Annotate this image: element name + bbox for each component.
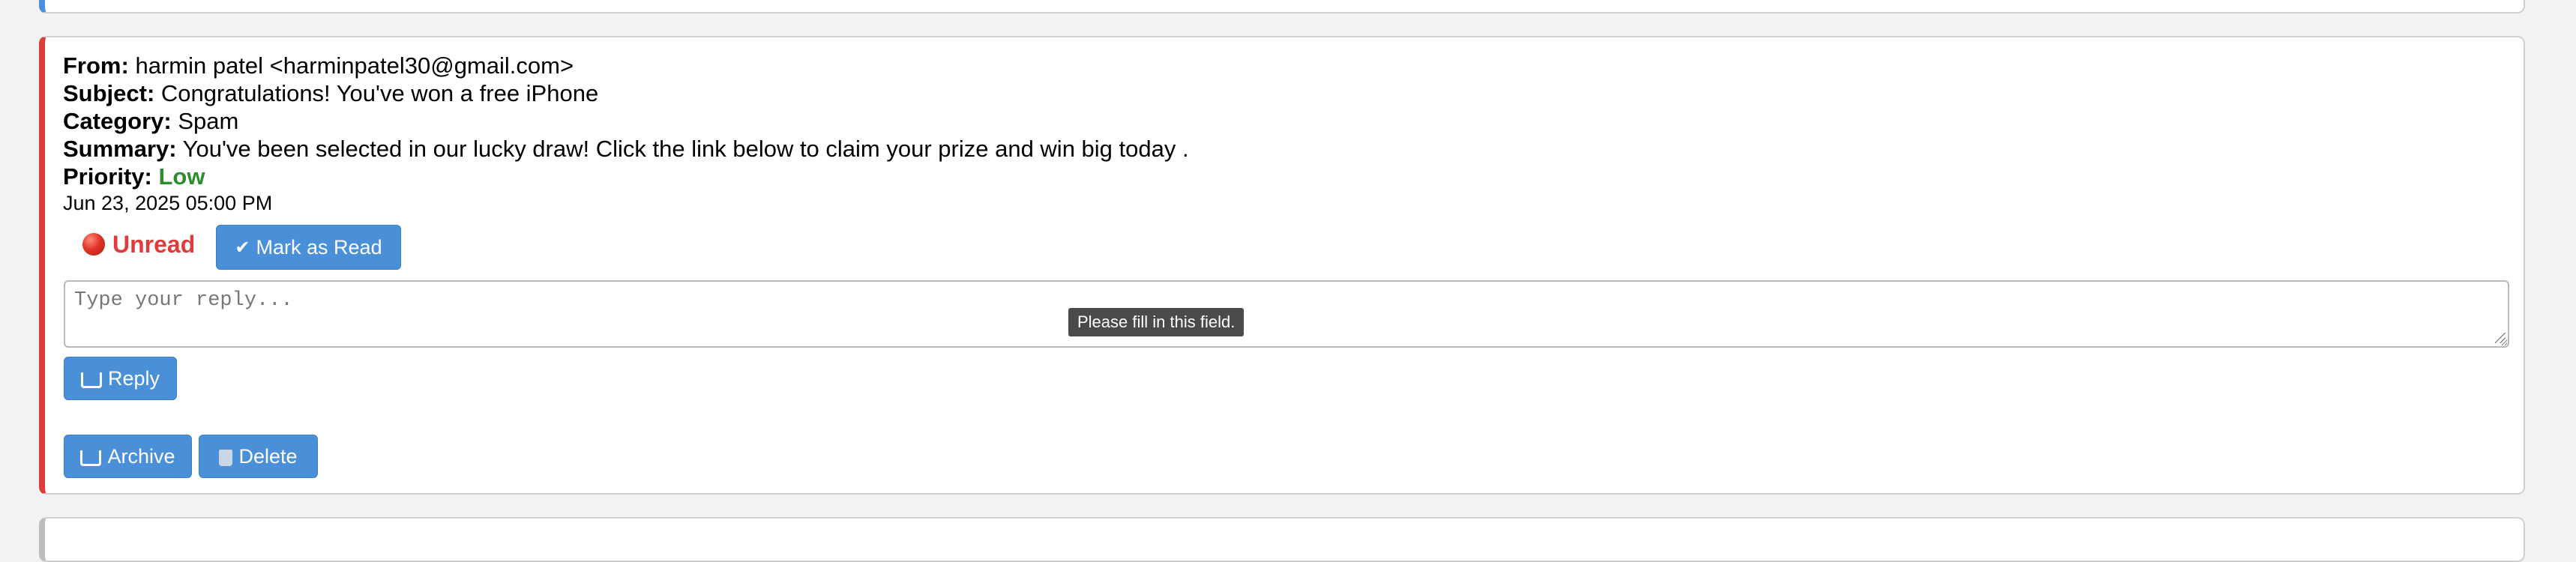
- priority-label: Priority:: [63, 163, 152, 190]
- category-line: Category: Spam: [63, 108, 238, 135]
- mark-as-read-button[interactable]: ✔ Mark as Read: [216, 225, 401, 270]
- subject-value: Congratulations! You've won a free iPhon…: [160, 80, 599, 106]
- unread-status: Unread: [82, 229, 195, 260]
- unread-label: Unread: [112, 230, 196, 258]
- archive-label: Archive: [107, 444, 175, 468]
- subject-label: Subject:: [63, 80, 155, 106]
- reply-input[interactable]: [64, 280, 2509, 348]
- previous-email-card: [39, 0, 2525, 13]
- summary-label: Summary:: [63, 136, 177, 162]
- resize-handle-icon[interactable]: [2495, 333, 2506, 343]
- trash-icon: [219, 450, 233, 466]
- priority-value: Low: [158, 163, 205, 190]
- delete-button[interactable]: Delete: [199, 435, 318, 478]
- next-email-card: [39, 517, 2525, 562]
- subject-line: Subject: Congratulations! You've won a f…: [63, 80, 598, 107]
- category-value: Spam: [178, 108, 239, 134]
- mark-as-read-label: Mark as Read: [256, 235, 382, 259]
- priority-line: Priority: Low: [63, 163, 205, 190]
- delete-label: Delete: [238, 444, 298, 468]
- checkmark-icon: ✔: [235, 237, 250, 258]
- validation-tooltip: Please fill in this field.: [1068, 308, 1245, 336]
- reply-label: Reply: [107, 366, 160, 390]
- inbox-tray-icon: [80, 450, 102, 466]
- reply-button[interactable]: Reply: [64, 357, 177, 400]
- from-label: From:: [63, 52, 129, 79]
- outbox-tray-icon: [80, 372, 102, 388]
- summary-value: You've been selected in our lucky draw! …: [182, 136, 1189, 162]
- from-line: From: harmin patel <harminpatel30@gmail.…: [63, 52, 574, 79]
- archive-button[interactable]: Archive: [64, 435, 192, 478]
- summary-line: Summary: You've been selected in our luc…: [63, 136, 1189, 163]
- from-value: harmin patel <harminpatel30@gmail.com>: [135, 52, 574, 79]
- category-label: Category:: [63, 108, 172, 134]
- email-date: Jun 23, 2025 05:00 PM: [63, 192, 273, 214]
- red-circle-icon: [82, 233, 105, 256]
